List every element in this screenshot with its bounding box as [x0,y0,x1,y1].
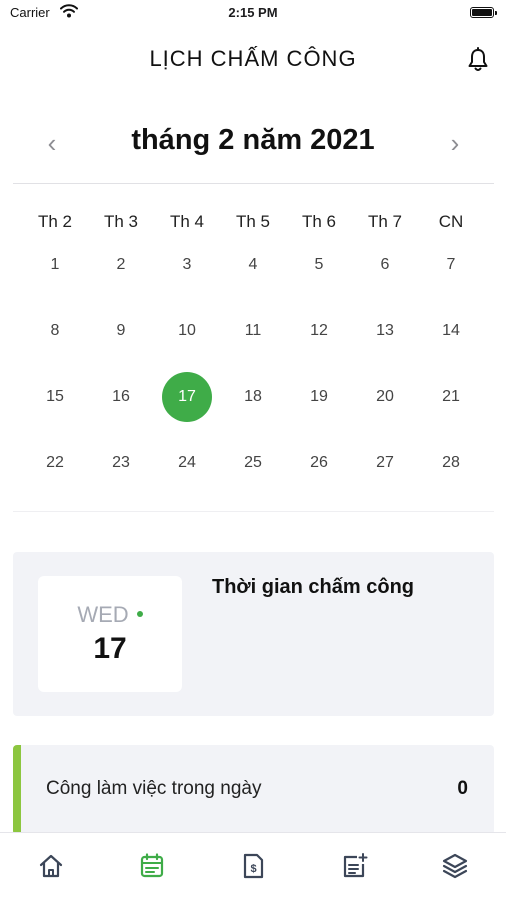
calendar-day[interactable]: 8 [30,306,80,356]
calendar-day[interactable]: 3 [162,240,212,290]
weekday-header: Th 2 [37,212,73,231]
calendar-day[interactable]: 11 [228,306,278,356]
weekday-header: Th 4 [169,212,205,231]
status-time: 2:15 PM [228,5,278,20]
bell-icon[interactable] [466,47,490,73]
calendar-day[interactable]: 6 [360,240,410,290]
calendar-day[interactable]: 22 [30,438,80,488]
month-label: tháng 2 năm 2021 [131,124,375,156]
document-icon[interactable]: $ [238,851,268,881]
home-icon[interactable] [36,851,66,881]
weekday-header: Th 5 [235,212,271,231]
calendar-day[interactable]: 15 [30,372,80,422]
divider [13,511,494,512]
calendar-day[interactable]: 7 [426,240,476,290]
calendar-day[interactable]: 20 [360,372,410,422]
weekday-header: CN [438,212,464,231]
calendar-day[interactable]: 4 [228,240,278,290]
calendar-day[interactable]: 12 [294,306,344,356]
weekday-code: WED [38,602,182,628]
next-month-icon[interactable]: › [443,128,467,158]
calendar-day[interactable]: 18 [228,372,278,422]
work-summary-card[interactable]: Công làm việc trong ngày 0 [13,745,494,835]
calendar-day-selected[interactable]: 17 [162,372,212,422]
calendar-day[interactable]: 25 [228,438,278,488]
calendar-day[interactable]: 23 [96,438,146,488]
layers-icon[interactable] [440,851,470,881]
status-dot [136,611,143,618]
weekday-header: Th 7 [367,212,403,231]
calendar-day[interactable]: 2 [96,240,146,290]
calendar-day[interactable]: 27 [360,438,410,488]
calendar-icon[interactable] [137,851,167,881]
calendar-day[interactable]: 14 [426,306,476,356]
calendar-day[interactable]: 10 [162,306,212,356]
calendar-day[interactable]: 24 [162,438,212,488]
page-title: LỊCH CHẤM CÔNG [149,46,357,71]
svg-text:$: $ [250,863,256,875]
calendar-day[interactable]: 9 [96,306,146,356]
weekday-header: Th 6 [301,212,337,231]
calendar-day[interactable]: 13 [360,306,410,356]
attendance-card: WED 17 Thời gian chấm công [13,552,494,716]
calendar-day[interactable]: 5 [294,240,344,290]
attendance-title: Thời gian chấm công [212,576,415,598]
calendar-day[interactable]: 16 [96,372,146,422]
add-note-icon[interactable] [339,851,369,881]
calendar-day[interactable]: 19 [294,372,344,422]
month-navigator: ‹ tháng 2 năm 2021 › [0,120,506,170]
accent-bar [13,745,21,835]
tab-bar: $ [0,832,506,901]
weekday-header: Th 3 [103,212,139,231]
battery-icon [470,7,497,18]
work-value: 0 [457,778,468,799]
calendar-day[interactable]: 1 [30,240,80,290]
work-label: Công làm việc trong ngày [46,778,262,799]
calendar-day[interactable]: 28 [426,438,476,488]
calendar-day[interactable]: 21 [426,372,476,422]
calendar-day[interactable]: 26 [294,438,344,488]
status-bar: Carrier 2:15 PM [0,0,506,28]
date-box: WED 17 [38,576,182,692]
day-number: 17 [93,632,127,665]
divider [13,183,494,184]
